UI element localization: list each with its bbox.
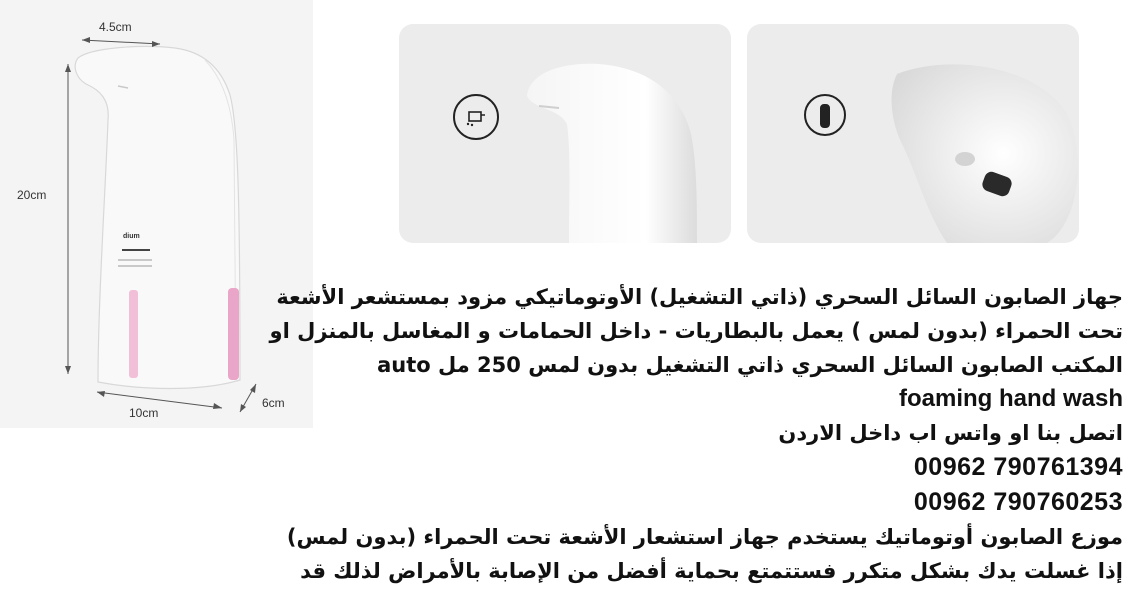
dimension-depth: 6cm	[262, 396, 285, 410]
liquid-level-window	[228, 288, 239, 380]
dispenser-photo-1	[527, 63, 697, 243]
description-line-8: موزع الصابون أوتوماتيك يستخدم جهاز استشع…	[286, 525, 1123, 549]
soap-dispenser-hand-icon	[453, 94, 499, 140]
dimension-base-width: 10cm	[129, 406, 159, 420]
dimension-width-top: 4.5cm	[99, 20, 132, 34]
liquid-window-front	[129, 290, 138, 378]
photo-card-power-switch	[747, 24, 1079, 243]
description-line-9: إذا غسلت يدك بشكل متكرر فستتمتع بحماية أ…	[300, 559, 1123, 583]
description-line-2: تحت الحمراء (بدون لمس ) يعمل بالبطاريات …	[269, 319, 1123, 343]
dispenser-photo-2	[891, 64, 1078, 243]
phone-number-2[interactable]: 00962 790760253	[914, 488, 1123, 516]
photo-card-hand-sensor	[399, 24, 731, 243]
product-brand-label: dium	[123, 233, 140, 240]
dimension-height: 20cm	[17, 188, 47, 202]
power-switch-icon	[804, 94, 846, 136]
description-line-3: المكتب الصابون السائل السحري ذاتي التشغي…	[377, 353, 1123, 377]
description-line-1: جهاز الصابون السائل السحري (ذاتي التشغيل…	[276, 285, 1123, 309]
phone-number-1[interactable]: 00962 790761394	[914, 453, 1123, 481]
description-line-4: foaming hand wash	[898, 385, 1123, 412]
dimension-illustration: 4.5cm 20cm 10cm 6cm dium	[0, 0, 313, 428]
contact-heading: اتصل بنا او واتس اب داخل الاردن	[778, 421, 1123, 445]
product-description: جهاز الصابون السائل السحري (ذاتي التشغيل…	[269, 280, 1123, 588]
dispenser-dimension-drawing	[65, 37, 257, 413]
